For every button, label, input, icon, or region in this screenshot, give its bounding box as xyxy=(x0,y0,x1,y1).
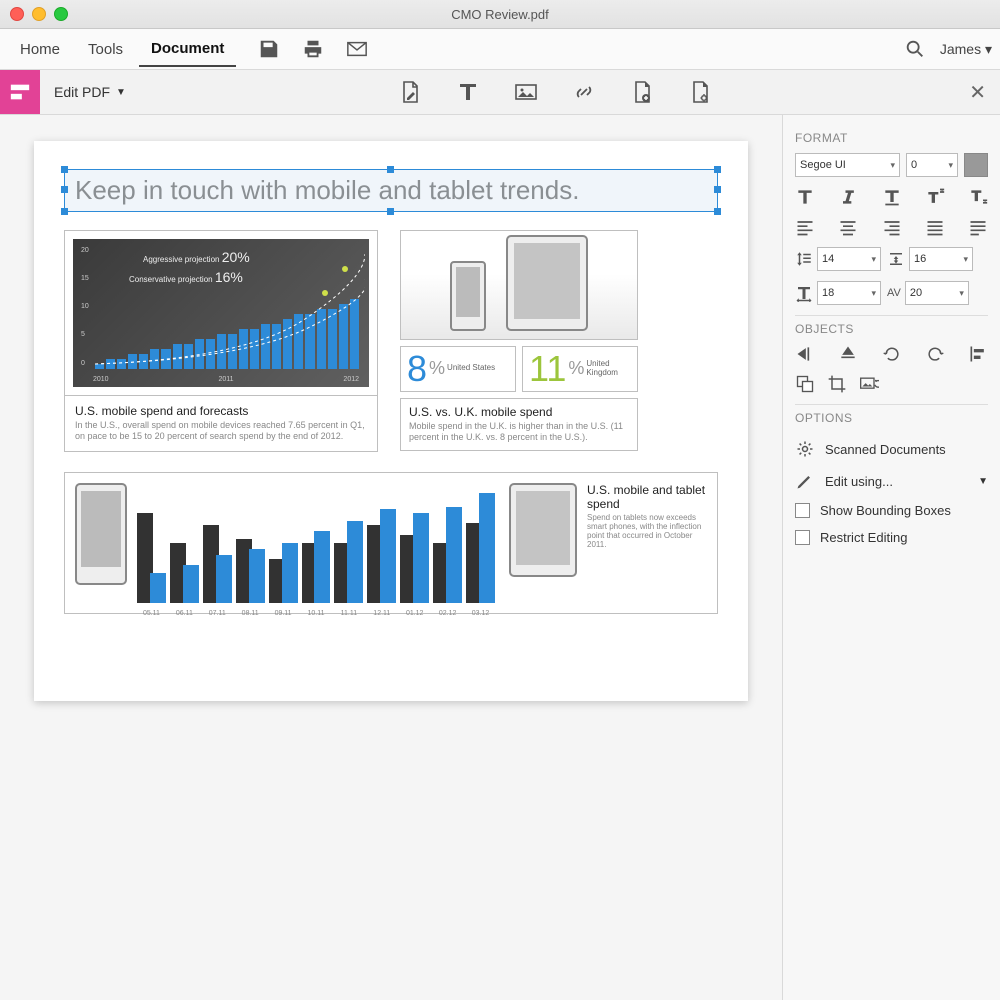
paragraph-spacing-select[interactable]: 16 xyxy=(909,247,973,271)
add-link-icon[interactable] xyxy=(572,80,596,104)
pencil-icon xyxy=(795,471,815,491)
print-icon[interactable] xyxy=(302,38,324,60)
paragraph-spacing-icon xyxy=(887,250,905,268)
trend-caption-title: U.S. mobile and tablet spend xyxy=(587,483,707,511)
resize-handle[interactable] xyxy=(387,166,394,173)
canvas[interactable]: Keep in touch with mobile and tablet tre… xyxy=(0,115,782,1000)
forecast-chart: 20151050 Aggressive projection 20% Conse… xyxy=(73,239,369,387)
bold-icon[interactable] xyxy=(795,187,815,207)
resize-handle[interactable] xyxy=(714,186,721,193)
resize-handle[interactable] xyxy=(61,208,68,215)
checkbox-icon[interactable] xyxy=(795,530,810,545)
headline-textbox[interactable]: Keep in touch with mobile and tablet tre… xyxy=(64,169,718,212)
italic-icon[interactable] xyxy=(838,187,858,207)
option-restrict-editing[interactable]: Restrict Editing xyxy=(795,524,988,551)
menu-tools[interactable]: Tools xyxy=(76,33,135,66)
tool-mode-icon[interactable] xyxy=(0,70,40,114)
rotate-cw-icon[interactable] xyxy=(925,344,945,364)
resize-handle[interactable] xyxy=(61,166,68,173)
crop-icon[interactable] xyxy=(827,374,847,394)
options-heading: OPTIONS xyxy=(795,411,988,425)
font-size-select[interactable]: 0 xyxy=(906,153,958,177)
align-center-icon[interactable] xyxy=(838,217,858,237)
add-text-icon[interactable] xyxy=(456,80,480,104)
forecast-caption-title: U.S. mobile spend and forecasts xyxy=(75,404,367,418)
flip-vertical-icon[interactable] xyxy=(838,344,858,364)
line-spacing-select[interactable]: 14 xyxy=(817,247,881,271)
titlebar: CMO Review.pdf xyxy=(0,0,1000,29)
tablet-icon xyxy=(509,483,577,577)
save-icon[interactable] xyxy=(258,38,280,60)
tablet-icon xyxy=(506,235,588,331)
checkbox-icon[interactable] xyxy=(795,503,810,518)
superscript-icon[interactable] xyxy=(925,187,945,207)
document-page[interactable]: Keep in touch with mobile and tablet tre… xyxy=(34,141,748,701)
objects-heading: OBJECTS xyxy=(795,322,988,336)
flip-horizontal-icon[interactable] xyxy=(795,344,815,364)
phone-icon xyxy=(450,261,486,331)
format-panel: FORMAT Segoe UI 0 xyxy=(782,115,1000,1000)
add-image-icon[interactable] xyxy=(514,80,538,104)
toolbar: Edit PDF ▼ ✕ xyxy=(0,70,1000,115)
tool-mode-label[interactable]: Edit PDF ▼ xyxy=(40,84,140,100)
add-page-icon[interactable] xyxy=(630,80,654,104)
menu-quick-icons xyxy=(258,38,368,60)
devices-illustration xyxy=(400,230,638,340)
trend-chart: 05.1106.1107.1108.1109.1110.1111.1112.11… xyxy=(137,483,495,603)
horizontal-scale-icon xyxy=(795,284,813,302)
edit-page-icon[interactable] xyxy=(398,80,422,104)
rotate-ccw-icon[interactable] xyxy=(882,344,902,364)
align-justify-icon[interactable] xyxy=(925,217,945,237)
chart-card-forecasts: 20151050 Aggressive projection 20% Conse… xyxy=(64,230,378,452)
kerning-select[interactable]: 20 xyxy=(905,281,969,305)
resize-handle[interactable] xyxy=(714,166,721,173)
format-heading: FORMAT xyxy=(795,131,988,145)
option-show-bounding[interactable]: Show Bounding Boxes xyxy=(795,497,988,524)
page-settings-icon[interactable] xyxy=(688,80,712,104)
search-icon[interactable] xyxy=(904,38,926,60)
kerning-icon: AV xyxy=(887,287,901,299)
align-left-icon[interactable] xyxy=(795,217,815,237)
resize-handle[interactable] xyxy=(387,208,394,215)
compare-caption-title: U.S. vs. U.K. mobile spend xyxy=(409,405,629,419)
compare-caption-text: Mobile spend in the U.K. is higher than … xyxy=(409,421,629,444)
option-scanned-docs[interactable]: Scanned Documents xyxy=(795,433,988,465)
resize-handle[interactable] xyxy=(714,208,721,215)
align-right-icon[interactable] xyxy=(882,217,902,237)
horizontal-scale-select[interactable]: 18 xyxy=(817,281,881,305)
window-title: CMO Review.pdf xyxy=(0,7,1000,22)
resize-handle[interactable] xyxy=(61,186,68,193)
chart-card-trend: 05.1106.1107.1108.1109.1110.1111.1112.11… xyxy=(64,472,718,614)
stat-us: 8% United States xyxy=(400,346,516,392)
close-toolbar-icon[interactable]: ✕ xyxy=(969,80,986,105)
line-spacing-icon xyxy=(795,250,813,268)
replace-image-icon[interactable] xyxy=(859,374,879,394)
align-objects-icon[interactable] xyxy=(968,344,988,364)
gear-icon xyxy=(795,439,815,459)
headline-text: Keep in touch with mobile and tablet tre… xyxy=(75,175,579,205)
stat-uk: 11% United Kingdom xyxy=(522,346,638,392)
align-justify-last-icon[interactable] xyxy=(968,217,988,237)
option-edit-using[interactable]: Edit using...▼ xyxy=(795,465,988,497)
mail-icon[interactable] xyxy=(346,38,368,60)
forecast-caption-text: In the U.S., overall spend on mobile dev… xyxy=(75,420,367,443)
menubar: Home Tools Document James ▾ xyxy=(0,29,1000,70)
phone-icon xyxy=(75,483,127,585)
underline-icon[interactable] xyxy=(882,187,902,207)
arrange-icon[interactable] xyxy=(795,374,815,394)
user-menu[interactable]: James ▾ xyxy=(940,41,992,58)
menu-home[interactable]: Home xyxy=(8,33,72,66)
subscript-icon[interactable] xyxy=(968,187,988,207)
font-select[interactable]: Segoe UI xyxy=(795,153,900,177)
menu-document[interactable]: Document xyxy=(139,32,236,67)
trend-caption-text: Spend on tablets now exceeds smart phone… xyxy=(587,513,707,549)
color-swatch[interactable] xyxy=(964,153,988,177)
